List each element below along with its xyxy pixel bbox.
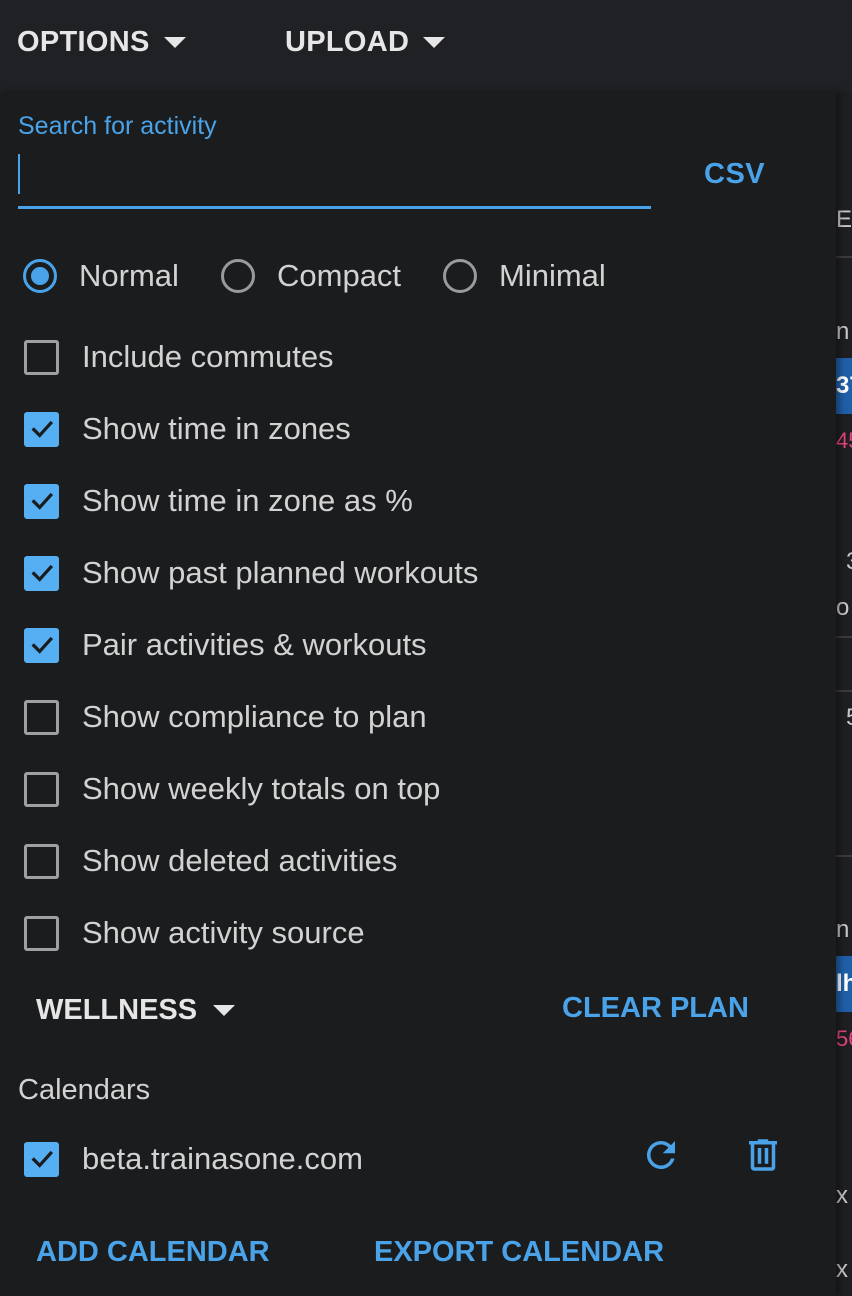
wellness-menu-button[interactable]: WELLNESS [36, 992, 236, 1028]
checkbox-show-time-in-zone-pct[interactable]: Show time in zone as % [24, 483, 413, 519]
background-text: o [836, 594, 850, 621]
checkbox-show-past-planned-workouts[interactable]: Show past planned workouts [24, 555, 478, 591]
search-underline [18, 206, 651, 209]
radio-checked-icon [23, 259, 57, 293]
background-text: Ec [836, 206, 852, 233]
upload-menu-button[interactable]: UPLOAD [285, 24, 446, 60]
radio-unchecked-icon [443, 259, 477, 293]
background-divider [836, 256, 852, 258]
checkbox-label: Show activity source [82, 915, 365, 950]
csv-button[interactable]: CSV [704, 158, 765, 191]
calendar-item[interactable]: beta.trainasone.com [24, 1141, 363, 1177]
background-text: x [836, 1182, 848, 1209]
checkmark-icon [24, 411, 59, 447]
background-divider [836, 636, 852, 638]
background-text: n [836, 916, 850, 943]
chevron-down-icon [163, 36, 186, 48]
checkbox-label: Show time in zone as % [82, 483, 413, 518]
chevron-down-icon [423, 36, 446, 48]
checkmark-icon [24, 555, 59, 591]
export-calendar-button[interactable]: EXPORT CALENDAR [374, 1236, 664, 1269]
checkbox-show-weekly-totals-on-top[interactable]: Show weekly totals on top [24, 771, 440, 807]
background-highlight-text: lh [836, 956, 852, 1012]
options-menu-button[interactable]: OPTIONS [17, 24, 186, 60]
checkbox-show-activity-source[interactable]: Show activity source [24, 915, 365, 951]
background-page [836, 92, 852, 1296]
background-highlight-text: 37 [836, 358, 852, 414]
checkbox-unchecked-icon [24, 843, 59, 879]
checkbox-unchecked-icon [24, 699, 59, 735]
radio-normal[interactable]: Normal [23, 258, 179, 294]
checkmark-icon [24, 483, 59, 519]
checkbox-label: Show compliance to plan [82, 699, 427, 734]
checkbox-show-time-in-zones[interactable]: Show time in zones [24, 411, 351, 447]
radio-label: Normal [79, 258, 179, 293]
background-divider [836, 690, 852, 692]
chevron-down-icon [213, 1004, 236, 1016]
background-text: n [836, 318, 850, 345]
checkbox-label: Include commutes [82, 339, 334, 374]
checkbox-include-commutes[interactable]: Include commutes [24, 339, 334, 375]
refresh-icon[interactable] [640, 1134, 682, 1176]
upload-menu-label: UPLOAD [285, 25, 410, 58]
add-calendar-button[interactable]: ADD CALENDAR [36, 1236, 270, 1269]
checkbox-label: Show weekly totals on top [82, 771, 441, 806]
checkmark-icon [24, 627, 59, 663]
background-text: 3 [846, 548, 852, 576]
delete-icon[interactable] [742, 1134, 784, 1176]
options-menu-label: OPTIONS [17, 25, 150, 58]
background-pink-text: 45 [836, 428, 852, 453]
calendars-heading: Calendars [18, 1074, 151, 1106]
checkmark-icon[interactable] [24, 1141, 59, 1177]
checkbox-label: Show past planned workouts [82, 555, 479, 590]
background-text: 5 [846, 704, 852, 732]
checkbox-unchecked-icon [24, 339, 59, 375]
search-label: Search for activity [18, 112, 217, 140]
checkbox-label: Show time in zones [82, 411, 351, 446]
checkbox-show-compliance-to-plan[interactable]: Show compliance to plan [24, 699, 427, 735]
calendar-label: beta.trainasone.com [82, 1141, 363, 1176]
radio-label: Minimal [499, 258, 606, 293]
radio-compact[interactable]: Compact [221, 258, 401, 294]
background-divider [836, 855, 852, 857]
background-text: x [836, 1256, 848, 1283]
background-pink-text: 56 [836, 1026, 852, 1051]
wellness-label: WELLNESS [36, 993, 198, 1026]
radio-label: Compact [277, 258, 402, 293]
checkbox-unchecked-icon [24, 771, 59, 807]
text-cursor [18, 154, 20, 194]
radio-unchecked-icon [221, 259, 255, 293]
clear-plan-button[interactable]: CLEAR PLAN [562, 992, 749, 1025]
search-input[interactable] [18, 150, 650, 206]
checkbox-unchecked-icon [24, 915, 59, 951]
checkbox-pair-activities-workouts[interactable]: Pair activities & workouts [24, 627, 427, 663]
checkbox-show-deleted-activities[interactable]: Show deleted activities [24, 843, 397, 879]
checkbox-label: Pair activities & workouts [82, 627, 427, 662]
radio-minimal[interactable]: Minimal [443, 258, 606, 294]
checkbox-label: Show deleted activities [82, 843, 398, 878]
top-toolbar: OPTIONS UPLOAD [0, 0, 852, 88]
